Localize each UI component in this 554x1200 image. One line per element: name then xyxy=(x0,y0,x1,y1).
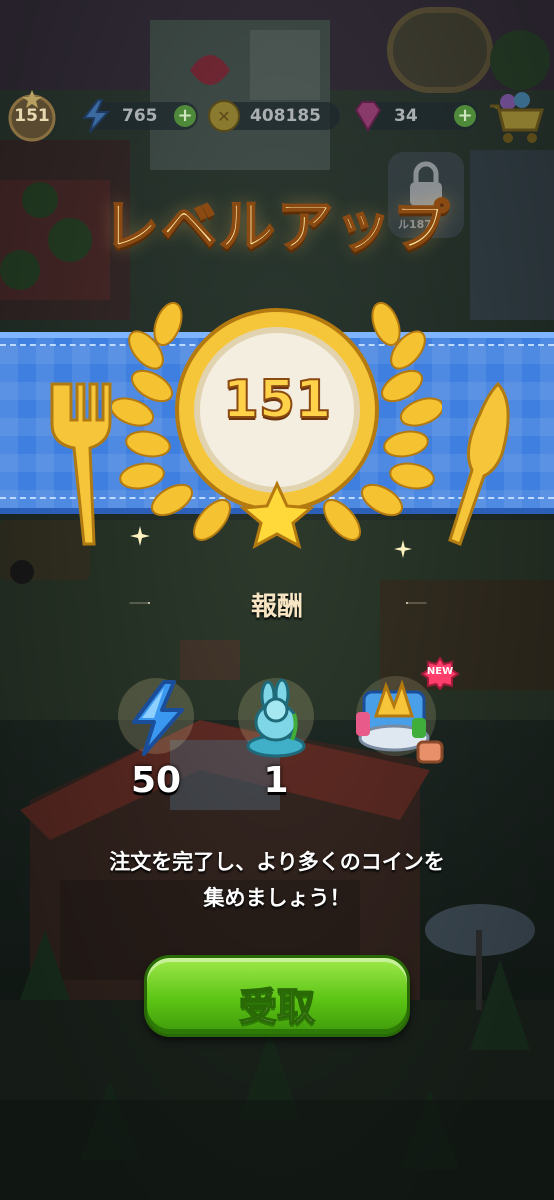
gem-counter[interactable]: 34 + xyxy=(354,101,478,132)
claim-button-label: 受取 xyxy=(238,984,316,1030)
rewards-title: 報酬 xyxy=(250,592,303,622)
gem-value: 34 xyxy=(394,106,418,126)
player-level-value: 151 xyxy=(14,106,50,126)
svg-text:✕: ✕ xyxy=(217,107,230,126)
coin-counter[interactable]: ✕ 408185 xyxy=(208,100,340,132)
coin-value: 408185 xyxy=(250,106,321,126)
new-level-value: 151 xyxy=(222,369,333,431)
reward-item-decoration xyxy=(346,672,444,802)
player-level-badge[interactable]: 151 xyxy=(8,88,56,142)
sparkle-icon xyxy=(130,526,150,546)
energy-bolt-icon xyxy=(81,99,111,133)
add-gems-button[interactable]: + xyxy=(454,105,476,127)
reward-amount: 1 xyxy=(263,760,289,801)
reward-amount: 50 xyxy=(130,760,182,801)
rabbit-statue-icon xyxy=(238,678,314,758)
new-badge: NEW xyxy=(420,656,460,691)
energy-counter[interactable]: 765 + xyxy=(81,99,198,133)
add-energy-button[interactable]: + xyxy=(174,105,196,127)
reward-item-statue: 1 xyxy=(228,672,324,802)
gem-icon xyxy=(354,101,382,132)
energy-value: 765 xyxy=(122,106,158,126)
new-badge-label: NEW xyxy=(426,666,454,677)
level-up-title: レベルアップ xyxy=(102,194,451,261)
message-line-1: 注文を完了し、より多くのコインを xyxy=(109,850,445,874)
message-line-2: 集めましょう！ xyxy=(203,886,351,910)
energy-bolt-icon xyxy=(118,678,194,756)
shop-cart-icon[interactable] xyxy=(486,88,546,146)
sparkle-icon xyxy=(394,540,412,558)
top-hud: 151 765 + ✕ 408185 34 + xyxy=(0,88,554,148)
claim-button[interactable]: 受取 xyxy=(144,955,410,1037)
reward-item-energy: 50 xyxy=(108,672,204,802)
level-up-message: 注文を完了し、より多くのコインを 集めましょう！ xyxy=(40,844,514,916)
coin-icon: ✕ xyxy=(208,100,240,132)
